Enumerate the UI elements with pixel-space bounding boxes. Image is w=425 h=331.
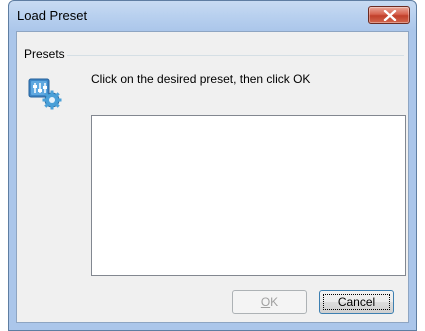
group-divider (65, 55, 404, 56)
preset-listbox[interactable] (91, 115, 406, 276)
dialog-body: Presets Click on the desired preset, the… (16, 31, 409, 323)
instruction-text: Click on the desired preset, then click … (91, 72, 311, 86)
title-bar[interactable]: Load Preset (9, 1, 416, 30)
preset-settings-icon (28, 78, 62, 110)
ok-button[interactable]: OK (232, 290, 307, 314)
close-button[interactable] (368, 6, 410, 24)
ok-button-label: OK (260, 295, 279, 309)
presets-group-label: Presets (24, 47, 67, 61)
window-title: Load Preset (17, 8, 88, 23)
close-icon (383, 10, 397, 21)
load-preset-dialog: Load Preset Presets Click on the desired… (8, 0, 417, 331)
cancel-button[interactable]: Cancel (319, 290, 394, 314)
cancel-button-label: Cancel (337, 295, 376, 309)
